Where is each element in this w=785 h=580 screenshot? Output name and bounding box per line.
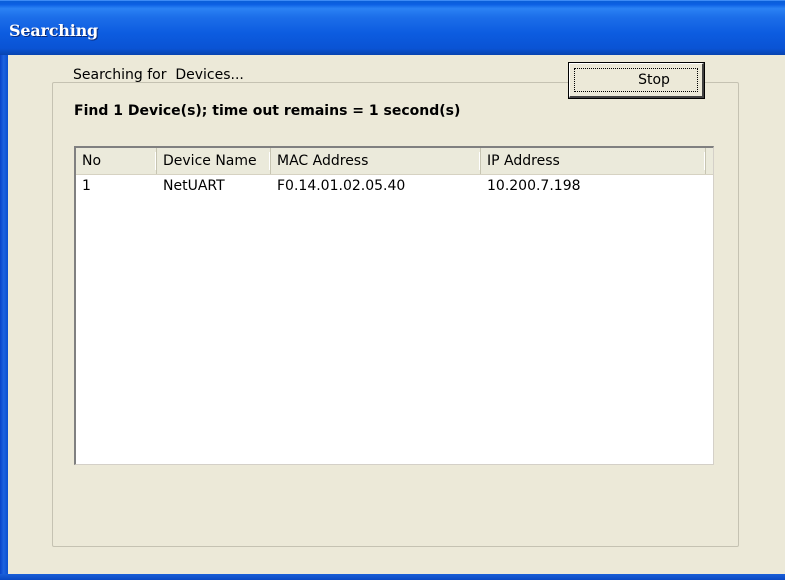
device-row[interactable]: 1 NetUART F0.14.01.02.05.40 10.200.7.198	[76, 175, 713, 197]
cell-mac-address: F0.14.01.02.05.40	[277, 178, 406, 194]
stop-button[interactable]: Stop	[568, 62, 705, 99]
column-header-device-name[interactable]: Device Name	[157, 148, 271, 174]
found-devices-label: Find 1 Device(s); time out remains = 1 s…	[74, 103, 461, 119]
device-list[interactable]: No Device Name MAC Address IP Address 1 …	[74, 146, 714, 465]
searching-dialog: Searching Searching for Devices... Find …	[0, 0, 785, 580]
cell-device-name: NetUART	[163, 178, 225, 194]
device-list-header: No Device Name MAC Address IP Address	[76, 148, 713, 175]
window-frame-bottom	[0, 574, 785, 580]
title-bar[interactable]: Searching	[0, 0, 785, 55]
cell-ip-address: 10.200.7.198	[487, 178, 581, 194]
stop-button-label: Stop	[638, 72, 670, 88]
window-title: Searching	[9, 21, 99, 40]
column-header-mac-address[interactable]: MAC Address	[271, 148, 481, 174]
cell-no: 1	[82, 178, 91, 194]
window-frame-left	[0, 55, 8, 580]
column-header-ip-address[interactable]: IP Address	[481, 148, 706, 174]
searching-status-label: Searching for Devices...	[73, 67, 244, 83]
column-header-no[interactable]: No	[76, 148, 157, 174]
